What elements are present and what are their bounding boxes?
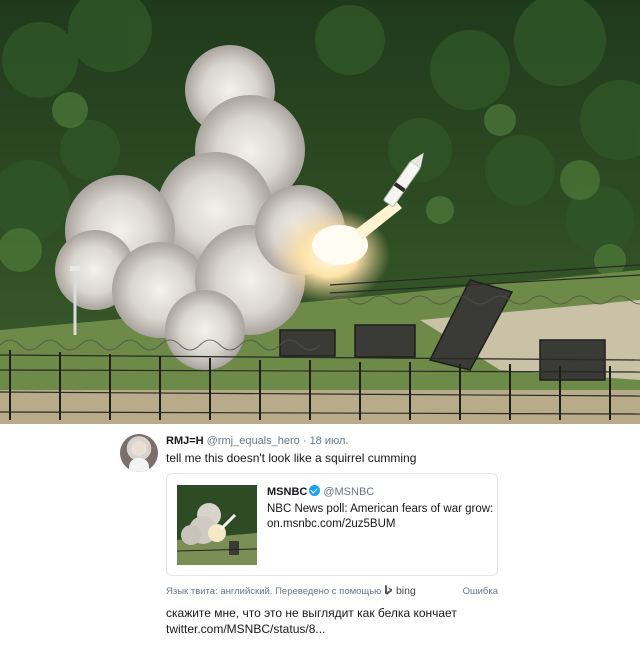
avatar-face bbox=[133, 441, 145, 456]
tweet-date[interactable]: 18 июл. bbox=[310, 435, 349, 447]
translation-label: Язык твита: английский. Переведено с пом… bbox=[166, 586, 382, 597]
missile-launch-photo bbox=[0, 0, 640, 424]
quoted-tweet-text: NBC News poll: American fears of war gro… bbox=[267, 503, 494, 530]
author-name[interactable]: RMJ=H bbox=[166, 435, 204, 447]
translation-provider[interactable]: bing bbox=[396, 585, 416, 597]
translated-link[interactable]: twitter.com/MSNBC/status/8... bbox=[166, 621, 496, 637]
tweet-text: tell me this doesn't look like a squirre… bbox=[166, 451, 417, 465]
translated-text: скажите мне, что это не выглядит как бел… bbox=[166, 605, 496, 637]
tweet-header: RMJ=H @rmj_equals_hero · 18 июл. bbox=[166, 435, 348, 448]
quoted-tweet-thumbnail[interactable] bbox=[177, 485, 257, 565]
header-separator: · bbox=[302, 435, 307, 447]
translation-error-link[interactable]: Ошибка bbox=[463, 584, 498, 599]
avatar-shirt bbox=[129, 458, 149, 472]
quoted-tweet[interactable]: MSNBC @MSNBC NBC News poll: American fear… bbox=[166, 473, 498, 576]
translation-bar: Язык твита: английский. Переведено с пом… bbox=[166, 584, 498, 599]
quoted-author-name[interactable]: MSNBC bbox=[267, 486, 307, 498]
translated-text-line: скажите мне, что это не выглядит как бел… bbox=[166, 606, 457, 620]
verified-badge-icon bbox=[309, 485, 321, 496]
quoted-tweet-header: MSNBC @MSNBC bbox=[267, 485, 374, 499]
quoted-author-handle[interactable]: @MSNBC bbox=[323, 486, 374, 498]
author-handle[interactable]: @rmj_equals_hero bbox=[207, 435, 300, 447]
tweet-card: RMJ=H @rmj_equals_hero · 18 июл. tell me… bbox=[110, 424, 498, 645]
quoted-thumbnail-image bbox=[177, 485, 257, 565]
avatar[interactable] bbox=[120, 434, 158, 472]
bing-logo-icon bbox=[385, 585, 393, 595]
missile-launch-illustration bbox=[0, 0, 640, 424]
